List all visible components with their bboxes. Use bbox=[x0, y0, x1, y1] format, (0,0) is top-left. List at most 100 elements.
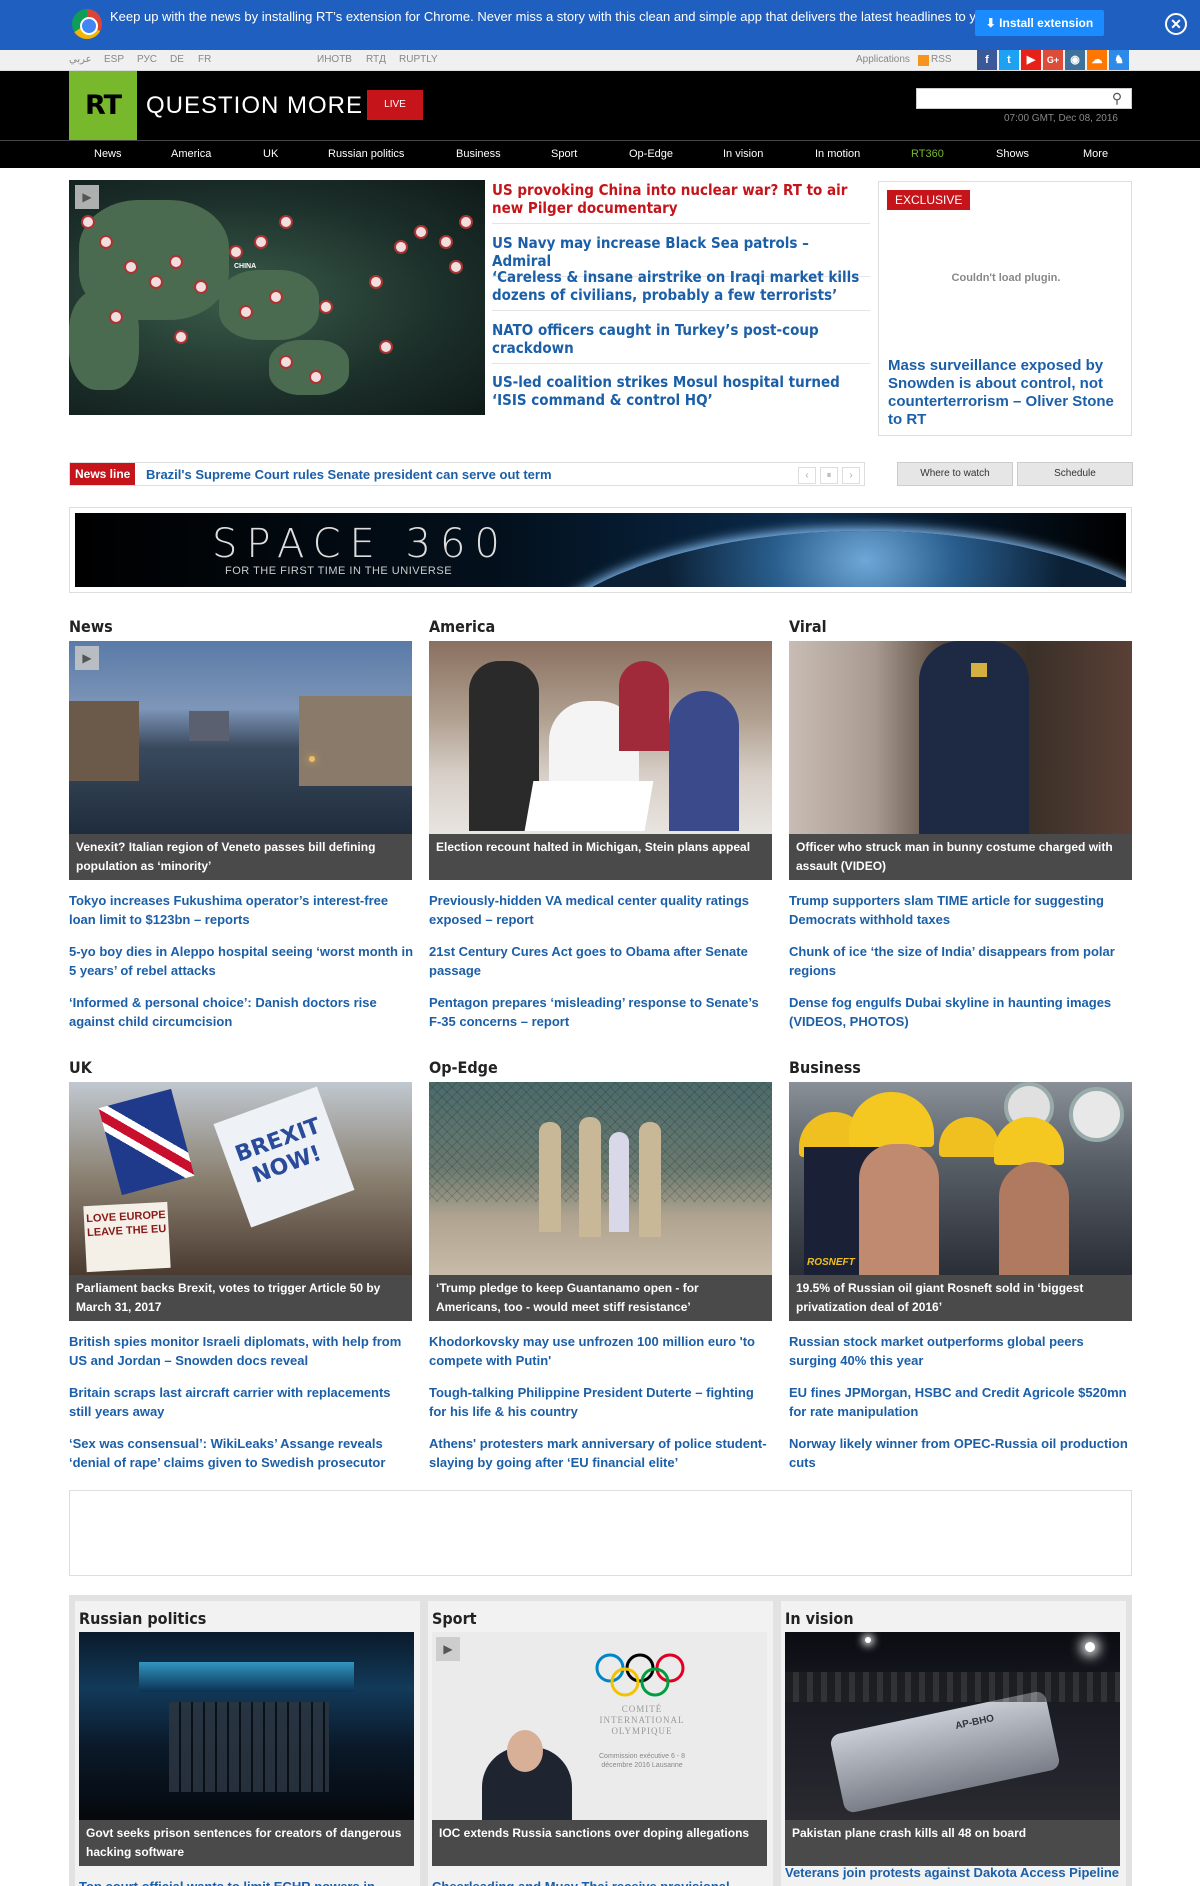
news-link[interactable]: Tokyo increases Fukushima operator’s int… bbox=[69, 891, 414, 929]
america-caption[interactable]: Election recount halted in Michigan, Ste… bbox=[429, 834, 772, 880]
play-icon[interactable]: ▶ bbox=[436, 1637, 460, 1661]
business-caption[interactable]: 19.5% of Russian oil giant Rosneft sold … bbox=[789, 1275, 1132, 1321]
app-icon[interactable]: ♞ bbox=[1109, 50, 1129, 70]
nav-op-edge[interactable]: Op-Edge bbox=[629, 148, 673, 160]
news-link[interactable]: 5-yo boy dies in Aleppo hospital seeing … bbox=[69, 942, 414, 980]
nav-russian-politics[interactable]: Russian politics bbox=[328, 148, 404, 160]
sport-caption[interactable]: IOC extends Russia sanctions over doping… bbox=[432, 1820, 767, 1866]
nav-news[interactable]: News bbox=[94, 148, 122, 160]
news-photo[interactable]: ▶ bbox=[69, 641, 412, 834]
lang-de-link[interactable]: DE bbox=[170, 54, 184, 65]
viral-link[interactable]: Chunk of ice ‘the size of India’ disappe… bbox=[789, 942, 1134, 980]
uk-link[interactable]: Britain scraps last aircraft carrier wit… bbox=[69, 1383, 414, 1421]
lang-rus-link[interactable]: РУС bbox=[137, 54, 157, 65]
twitter-icon[interactable]: t bbox=[999, 50, 1019, 70]
sport-link[interactable]: Cheerleading and Muay Thai receive provi… bbox=[432, 1877, 767, 1886]
uk-link[interactable]: British spies monitor Israeli diplomats,… bbox=[69, 1332, 414, 1370]
project-ruptly-link[interactable]: RUPTLY bbox=[399, 54, 438, 65]
nav-business[interactable]: Business bbox=[456, 148, 501, 160]
live-button[interactable]: LIVE bbox=[367, 90, 423, 120]
newsline-prev-icon[interactable]: ‹ bbox=[798, 467, 816, 484]
section-title-business[interactable]: Business bbox=[789, 1058, 861, 1077]
section-title-in-vision[interactable]: In vision bbox=[785, 1609, 854, 1628]
soundcloud-icon[interactable]: ☁ bbox=[1087, 50, 1107, 70]
nav-america[interactable]: America bbox=[171, 148, 211, 160]
search-icon[interactable]: ⚲ bbox=[1106, 88, 1128, 109]
newsline-pause-icon[interactable]: ⏸ bbox=[820, 467, 838, 484]
nav-more[interactable]: More bbox=[1083, 148, 1108, 160]
instagram-icon[interactable]: ◉ bbox=[1065, 50, 1085, 70]
business-link[interactable]: Norway likely winner from OPEC-Russia oi… bbox=[789, 1434, 1134, 1472]
lang-esp-link[interactable]: ESP bbox=[104, 54, 124, 65]
america-link[interactable]: Pentagon prepares ‘misleading’ response … bbox=[429, 993, 774, 1031]
in-vision-link[interactable]: Veterans join protests against Dakota Ac… bbox=[785, 1863, 1120, 1886]
newsline-text[interactable]: Brazil's Supreme Court rules Senate pres… bbox=[146, 467, 552, 482]
op-edge-link[interactable]: Khodorkovsky may use unfrozen 100 millio… bbox=[429, 1332, 774, 1370]
section-title-russian-politics[interactable]: Russian politics bbox=[79, 1609, 206, 1628]
section-title-news[interactable]: News bbox=[69, 617, 113, 636]
america-photo[interactable] bbox=[429, 641, 772, 834]
youtube-icon[interactable]: ▶ bbox=[1021, 50, 1041, 70]
search-input[interactable] bbox=[916, 88, 1132, 109]
lang-arabic-link[interactable]: عربي bbox=[69, 54, 92, 65]
play-icon[interactable]: ▶ bbox=[75, 646, 99, 670]
sport-photo[interactable]: COMITÉ INTERNATIONAL OLYMPIQUE Commissio… bbox=[432, 1632, 767, 1820]
top-story-image[interactable]: CHINA ▶ bbox=[69, 180, 485, 415]
viral-link[interactable]: Trump supporters slam TIME article for s… bbox=[789, 891, 1134, 929]
exclusive-title[interactable]: Mass surveillance exposed by Snowden is … bbox=[888, 357, 1124, 429]
section-title-america[interactable]: America bbox=[429, 617, 495, 636]
business-photo[interactable]: ROSNEFT bbox=[789, 1082, 1132, 1275]
op-edge-photo[interactable] bbox=[429, 1082, 772, 1275]
applications-link[interactable]: Applications bbox=[856, 54, 910, 65]
russian-politics-caption[interactable]: Govt seeks prison sentences for creators… bbox=[79, 1820, 414, 1866]
space360-banner[interactable]: SPACE 360 FOR THE FIRST TIME IN THE UNIV… bbox=[69, 507, 1132, 593]
google-plus-icon[interactable]: G+ bbox=[1043, 50, 1063, 70]
nav-in-vision[interactable]: In vision bbox=[723, 148, 763, 160]
uk-caption[interactable]: Parliament backs Brexit, votes to trigge… bbox=[69, 1275, 412, 1321]
in-vision-caption[interactable]: Pakistan plane crash kills all 48 on boa… bbox=[785, 1820, 1120, 1866]
viral-caption[interactable]: Officer who struck man in bunny costume … bbox=[789, 834, 1132, 880]
top-story-link[interactable]: US-led coalition strikes Mosul hospital … bbox=[492, 373, 870, 415]
section-title-viral[interactable]: Viral bbox=[789, 617, 827, 636]
viral-photo[interactable] bbox=[789, 641, 1132, 834]
op-edge-link[interactable]: Athens' protesters mark anniversary of p… bbox=[429, 1434, 774, 1472]
nav-sport[interactable]: Sport bbox=[551, 148, 577, 160]
america-link[interactable]: Previously-hidden VA medical center qual… bbox=[429, 891, 774, 929]
rss-icon[interactable] bbox=[918, 55, 929, 66]
news-link[interactable]: ‘Informed & personal choice’: Danish doc… bbox=[69, 993, 414, 1031]
where-to-watch-button[interactable]: Where to watch bbox=[897, 462, 1013, 486]
play-icon[interactable]: ▶ bbox=[75, 185, 99, 209]
project-inotv-link[interactable]: ИНОТВ bbox=[317, 54, 352, 65]
top-story-headline[interactable]: US provoking China into nuclear war? RT … bbox=[492, 181, 870, 224]
section-title-op-edge[interactable]: Op-Edge bbox=[429, 1058, 498, 1077]
russian-politics-link[interactable]: Top court official wants to limit ECHR p… bbox=[79, 1877, 414, 1886]
project-rtd-link[interactable]: RTД bbox=[366, 54, 386, 65]
top-story-link[interactable]: NATO officers caught in Turkey’s post-co… bbox=[492, 321, 870, 364]
close-banner-icon[interactable]: ✕ bbox=[1165, 13, 1187, 35]
nav-in-motion[interactable]: In motion bbox=[815, 148, 860, 160]
nav-shows[interactable]: Shows bbox=[996, 148, 1029, 160]
nav-uk[interactable]: UK bbox=[263, 148, 278, 160]
top-story-link[interactable]: ‘Careless & insane airstrike on Iraqi ma… bbox=[492, 268, 870, 311]
newsline-next-icon[interactable]: › bbox=[842, 467, 860, 484]
lang-fr-link[interactable]: FR bbox=[198, 54, 211, 65]
russian-politics-photo[interactable] bbox=[79, 1632, 414, 1820]
uk-link[interactable]: ‘Sex was consensual’: WikiLeaks’ Assange… bbox=[69, 1434, 414, 1472]
rt-logo[interactable]: RT bbox=[69, 71, 137, 140]
america-link[interactable]: 21st Century Cures Act goes to Obama aft… bbox=[429, 942, 774, 980]
schedule-button[interactable]: Schedule bbox=[1017, 462, 1133, 486]
business-link[interactable]: EU fines JPMorgan, HSBC and Credit Agric… bbox=[789, 1383, 1134, 1421]
section-title-uk[interactable]: UK bbox=[69, 1058, 92, 1077]
section-title-sport[interactable]: Sport bbox=[432, 1609, 477, 1628]
nav-rt360[interactable]: RT360 bbox=[911, 148, 944, 160]
business-link[interactable]: Russian stock market outperforms global … bbox=[789, 1332, 1134, 1370]
facebook-icon[interactable]: f bbox=[977, 50, 997, 70]
install-extension-button[interactable]: ⬇ Install extension bbox=[975, 10, 1104, 36]
uk-photo[interactable]: BREXIT NOW! LOVE EUROPE LEAVE THE EU bbox=[69, 1082, 412, 1275]
news-caption[interactable]: Venexit? Italian region of Veneto passes… bbox=[69, 834, 412, 880]
rss-link[interactable]: RSS bbox=[931, 54, 952, 65]
viral-link[interactable]: Dense fog engulfs Dubai skyline in haunt… bbox=[789, 993, 1134, 1031]
op-edge-link[interactable]: Tough-talking Philippine President Duter… bbox=[429, 1383, 774, 1421]
op-edge-caption[interactable]: ‘Trump pledge to keep Guantanamo open - … bbox=[429, 1275, 772, 1321]
in-vision-photo[interactable]: AP-BHO bbox=[785, 1632, 1120, 1820]
